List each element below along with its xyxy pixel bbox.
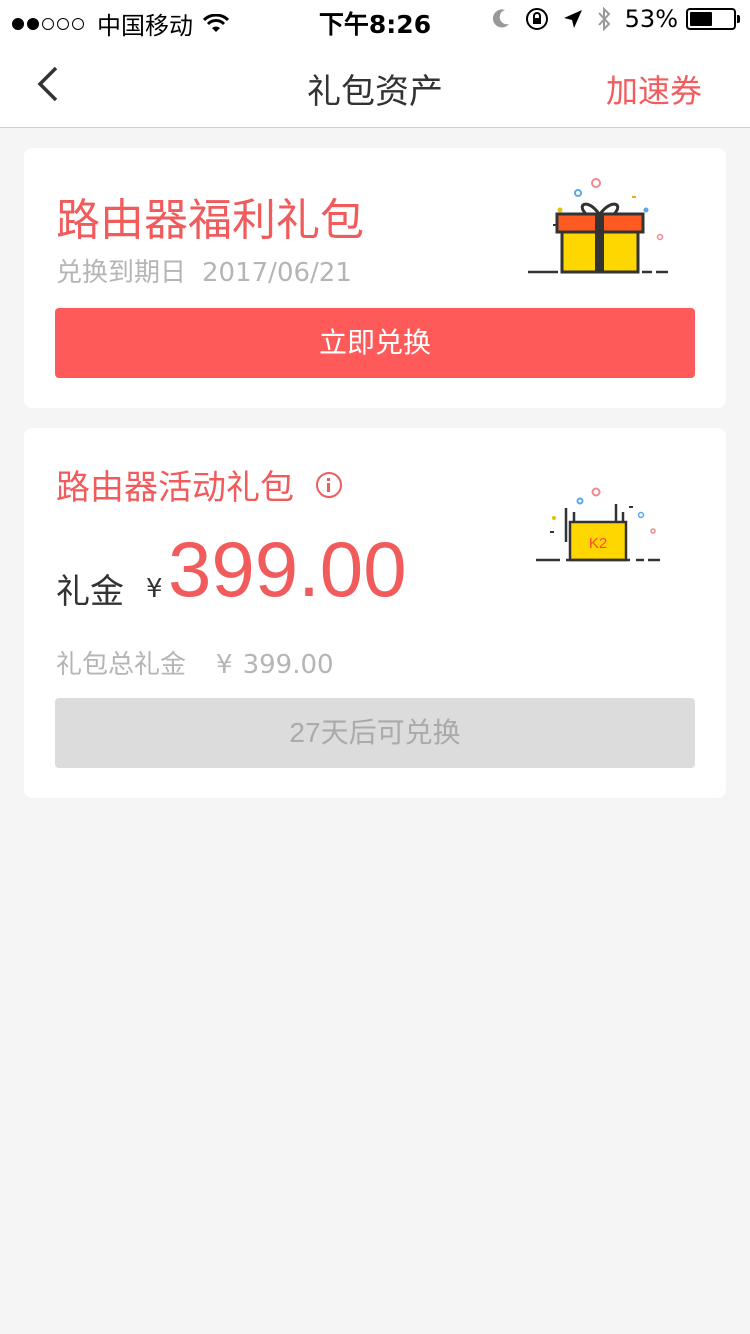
activity-gift-title: 路由器活动礼包 (56, 468, 294, 508)
gift-money-label: 礼金 (56, 572, 124, 612)
battery-level (690, 12, 713, 26)
battery-percent: 53% (624, 5, 678, 33)
redeem-countdown-button: 27天后可兑换 (55, 698, 695, 768)
total-label: 礼包总礼金 (56, 650, 187, 680)
redeem-now-button[interactable]: 立即兑换 (55, 308, 695, 378)
status-right: 53% (491, 5, 740, 33)
gift-box-icon (528, 176, 668, 280)
welfare-gift-title: 路由器福利礼包 (56, 195, 364, 246)
router-model-label: K2 (589, 535, 607, 552)
welfare-gift-card: 路由器福利礼包 兑换到期日 2017/06/21 立即兑换 (24, 148, 726, 408)
info-icon[interactable] (316, 471, 342, 498)
rotation-lock-icon (525, 7, 549, 31)
speed-voucher-button[interactable]: 加速券 (606, 66, 702, 112)
bluetooth-icon (597, 7, 611, 31)
navigation-bar: 礼包资产 加速券 (0, 40, 750, 128)
total-gift-money: 礼包总礼金 ¥399.00 (56, 644, 334, 681)
status-bar: 中国移动 下午8:26 53% (0, 0, 750, 40)
moon-icon (491, 8, 511, 30)
gift-money-currency: ¥ (146, 574, 163, 604)
activity-gift-header: 路由器活动礼包 (56, 460, 342, 509)
gift-money-amount: 399.00 (168, 525, 407, 613)
activity-gift-card: 路由器活动礼包 K2 礼金 ¥ 399.00 礼包总礼金 ¥399.00 27天后 (24, 428, 726, 798)
total-amount: 399.00 (242, 650, 334, 680)
location-icon (563, 9, 583, 29)
expiry-label: 兑换到期日 (56, 258, 187, 288)
router-k2-icon: K2 (536, 484, 666, 568)
battery-icon (686, 8, 740, 30)
expiry-info: 兑换到期日 2017/06/21 (56, 252, 352, 289)
total-currency: ¥ (216, 650, 233, 680)
expiry-date: 2017/06/21 (202, 258, 352, 288)
